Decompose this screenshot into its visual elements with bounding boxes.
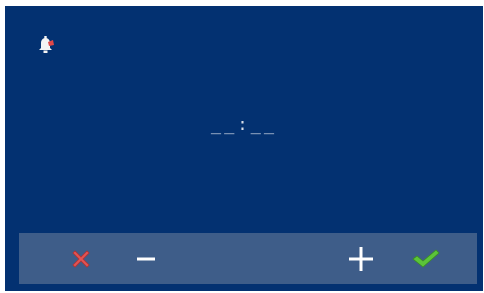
decrement-button[interactable] bbox=[130, 243, 162, 275]
plus-icon bbox=[348, 246, 374, 272]
cancel-button[interactable] bbox=[65, 243, 97, 275]
toolbar bbox=[19, 233, 477, 284]
alarm-bell-icon bbox=[35, 34, 57, 56]
green-check-icon bbox=[411, 247, 441, 271]
minus-icon bbox=[136, 249, 156, 269]
increment-button[interactable] bbox=[345, 243, 377, 275]
confirm-button[interactable] bbox=[410, 243, 442, 275]
alarm-time-screen: __:__ bbox=[5, 6, 483, 291]
red-x-icon bbox=[70, 248, 92, 270]
time-display: __:__ bbox=[210, 115, 278, 135]
